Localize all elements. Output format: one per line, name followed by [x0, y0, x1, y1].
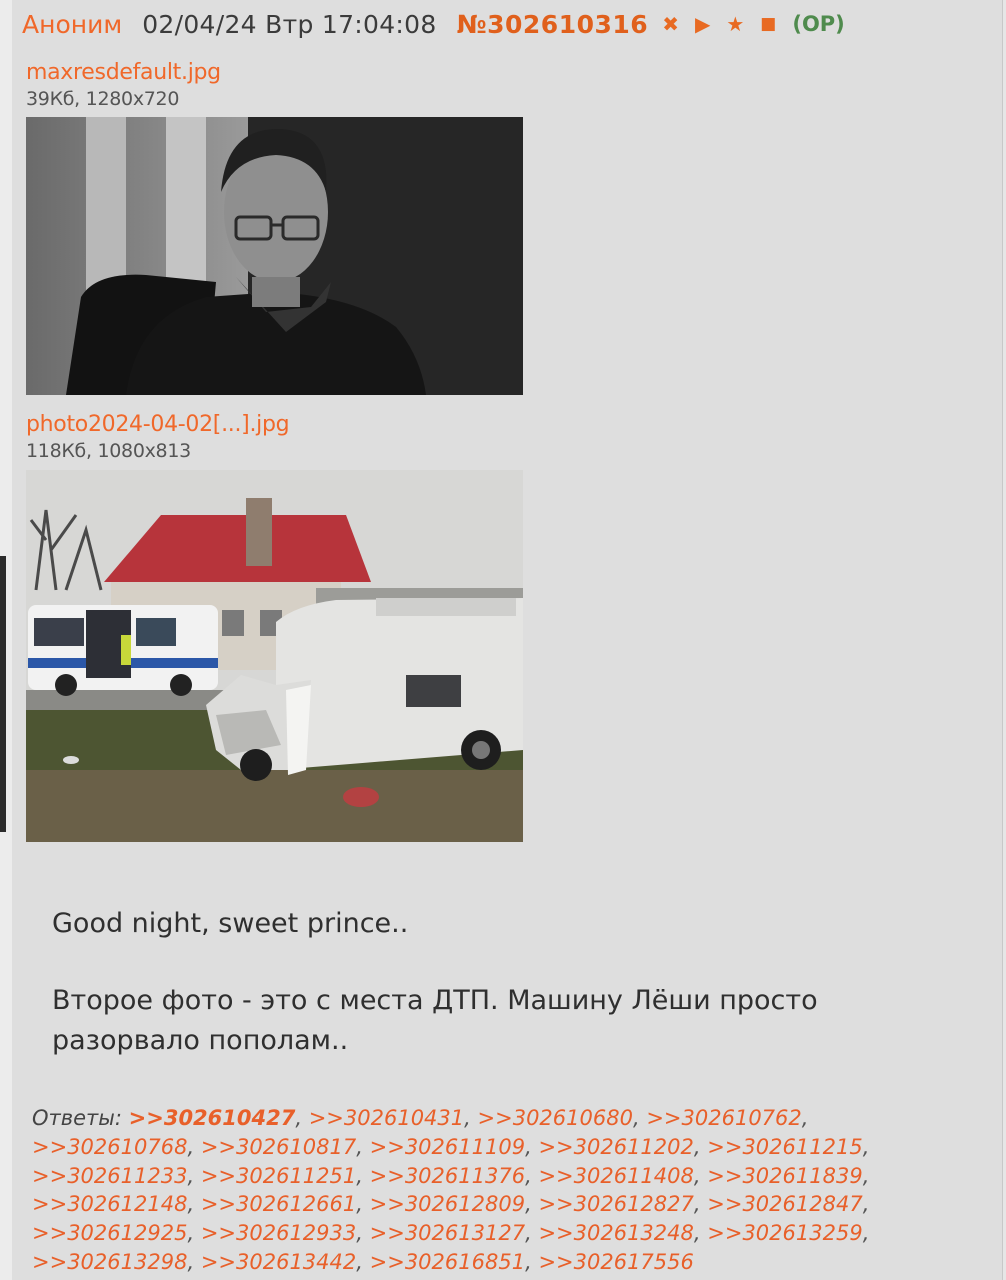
reply-separator: ,	[356, 1163, 370, 1188]
reply-link[interactable]: >>302611408	[538, 1164, 693, 1188]
reply-link[interactable]: >>302617556	[538, 1250, 693, 1274]
post-header: Аноним 02/04/24 Втр 17:04:08 №302610316 …	[22, 6, 845, 42]
reply-separator: ,	[356, 1249, 370, 1274]
reply-link[interactable]: >>302611376	[370, 1164, 525, 1188]
op-badge: (OP)	[792, 12, 845, 36]
post-author: Аноним	[22, 9, 123, 39]
reply-separator: ,	[356, 1192, 370, 1217]
reply-separator: ,	[693, 1134, 708, 1159]
reply-link[interactable]: >>302610762	[646, 1106, 801, 1130]
reply-separator: ,	[356, 1134, 370, 1159]
reply-link[interactable]: >>302613248	[538, 1221, 693, 1245]
reply-separator: ,	[693, 1192, 708, 1217]
accident-photo	[26, 470, 523, 842]
favorite-star-icon[interactable]: ★	[726, 12, 744, 36]
reply-link[interactable]: >>302612148	[32, 1192, 187, 1216]
reply-refs-container: >>302610427, >>302610431, >>302610680, >…	[32, 1106, 869, 1274]
reply-link[interactable]: >>302610817	[201, 1135, 356, 1159]
reply-link[interactable]: >>302616851	[370, 1250, 525, 1274]
post-number-link[interactable]: №302610316	[457, 10, 649, 39]
message-line: Второе фото - это с места ДТП. Машину Лё…	[52, 985, 818, 1056]
reply-separator: ,	[187, 1163, 201, 1188]
reply-link[interactable]: >>302610680	[478, 1106, 633, 1130]
reply-separator: ,	[862, 1221, 870, 1246]
reply-link[interactable]: >>302612847	[707, 1192, 862, 1216]
file-meta-1: 39Кб, 1280x720	[26, 88, 180, 110]
file-link-2[interactable]: photo2024-04-02[...].jpg	[26, 412, 290, 437]
message-line: Good night, sweet prince..	[52, 908, 409, 939]
reply-link[interactable]: >>302613298	[32, 1250, 187, 1274]
reply-separator: ,	[187, 1221, 201, 1246]
portrait-photo	[26, 117, 523, 395]
reply-link[interactable]: >>302611251	[201, 1164, 356, 1188]
background-strip	[0, 556, 6, 832]
file-link-1[interactable]: maxresdefault.jpg	[26, 60, 221, 85]
reply-link[interactable]: >>302612925	[32, 1221, 187, 1245]
reply-link[interactable]: >>302611839	[707, 1164, 862, 1188]
reply-link[interactable]: >>302613442	[201, 1250, 356, 1274]
reply-link[interactable]: >>302613127	[370, 1221, 525, 1245]
window-left-edge	[0, 0, 12, 1280]
reply-link[interactable]: >>302611233	[32, 1164, 187, 1188]
reply-link[interactable]: >>302611202	[538, 1135, 693, 1159]
reply-separator: ,	[632, 1106, 647, 1130]
reply-link[interactable]: >>302611215	[707, 1135, 862, 1159]
post-message: Good night, sweet prince.. Второе фото -…	[52, 904, 952, 1061]
reply-link[interactable]: >>302613259	[707, 1221, 862, 1245]
reply-link[interactable]: >>302612933	[201, 1221, 356, 1245]
reply-link[interactable]: >>302612661	[201, 1192, 356, 1216]
reply-link[interactable]: >>302610431	[309, 1106, 464, 1130]
reply-separator: ,	[187, 1134, 201, 1159]
reply-separator: ,	[801, 1106, 809, 1130]
reply-separator: ,	[862, 1134, 870, 1159]
reply-link[interactable]: >>302610768	[32, 1135, 187, 1159]
post-container: Аноним 02/04/24 Втр 17:04:08 №302610316 …	[12, 0, 1003, 1280]
reply-separator: ,	[356, 1221, 370, 1246]
reply-link[interactable]: >>302612827	[538, 1192, 693, 1216]
reply-link[interactable]: >>302612809	[370, 1192, 525, 1216]
reply-separator: ,	[693, 1163, 708, 1188]
reply-separator: ,	[525, 1221, 539, 1246]
reply-separator: ,	[525, 1163, 539, 1188]
reply-separator: ,	[525, 1134, 539, 1159]
replies-label: Ответы:	[32, 1106, 122, 1130]
reply-link[interactable]: >>302611109	[370, 1135, 525, 1159]
reply-separator: ,	[187, 1192, 201, 1217]
reply-separator: ,	[295, 1106, 309, 1130]
reply-separator: ,	[187, 1249, 201, 1274]
reply-separator: ,	[525, 1192, 539, 1217]
post-datetime: 02/04/24 Втр 17:04:08	[142, 9, 437, 39]
report-square-icon[interactable]: ■	[760, 14, 776, 34]
image-thumbnail-2[interactable]	[26, 470, 523, 842]
play-icon[interactable]: ▶	[695, 12, 710, 36]
file-meta-2: 118Кб, 1080x813	[26, 440, 191, 462]
reply-separator: ,	[862, 1163, 870, 1188]
reply-separator: ,	[525, 1249, 539, 1274]
reply-separator: ,	[862, 1192, 870, 1217]
reply-link[interactable]: >>302610427	[129, 1106, 296, 1130]
image-thumbnail-1[interactable]	[26, 117, 523, 395]
replies-list: Ответы: >>302610427, >>302610431, >>3026…	[32, 1104, 972, 1277]
reply-separator: ,	[464, 1106, 478, 1130]
hide-icon[interactable]: ✖	[662, 12, 679, 36]
reply-separator: ,	[693, 1221, 708, 1246]
